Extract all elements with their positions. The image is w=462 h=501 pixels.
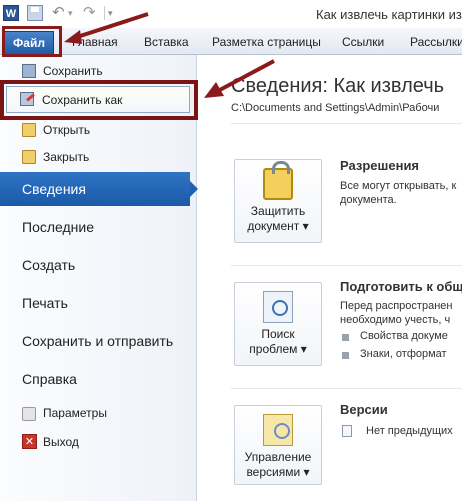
bullet-icon — [342, 352, 349, 359]
nav-item-create[interactable]: Создать — [0, 248, 197, 282]
button-label: Защитить — [250, 204, 306, 218]
check-for-issues-button[interactable]: Поиск проблем ▾ — [234, 282, 322, 366]
nav-item-label: Создать — [22, 257, 76, 273]
section-text: необходимо учесть, ч — [340, 314, 451, 326]
button-label: версиями ▾ — [246, 465, 310, 479]
button-label: документ ▾ — [247, 219, 309, 233]
open-command[interactable]: Открыть — [0, 119, 197, 143]
list-item: Знаки, отформат — [360, 348, 447, 360]
versions-icon — [263, 414, 293, 446]
tab-mailings[interactable]: Рассылки — [410, 32, 462, 54]
save-icon[interactable] — [27, 5, 43, 21]
file-tab-highlight — [2, 26, 62, 57]
section-text: Перед распространен — [340, 300, 453, 312]
nav-item-label: Печать — [22, 295, 68, 311]
open-label: Открыть — [43, 123, 91, 137]
nav-item-label: Справка — [22, 371, 77, 387]
nav-item-exit[interactable]: ✕ Выход — [0, 428, 197, 462]
tab-references[interactable]: Ссылки — [342, 32, 384, 54]
button-label: Управление — [244, 450, 312, 464]
divider — [231, 388, 462, 389]
close-label: Закрыть — [43, 150, 90, 164]
window-title: Как извлечь картинки из — [316, 7, 462, 22]
manage-versions-button[interactable]: Управление версиями ▾ — [234, 405, 322, 485]
nav-item-recent[interactable]: Последние — [0, 210, 197, 244]
word-app-icon[interactable]: W — [3, 5, 19, 21]
section-heading: Версии — [340, 402, 388, 417]
info-panel: Сведения: Как извлечь C:\Documents and S… — [198, 55, 462, 501]
nav-item-print[interactable]: Печать — [0, 286, 197, 320]
section-text: документа. — [340, 194, 397, 206]
lock-icon — [263, 161, 293, 200]
backstage-nav: Сохранить Сохранить как Открыть Закрыть … — [0, 55, 198, 501]
nav-item-save-and-send[interactable]: Сохранить и отправить — [0, 324, 197, 358]
options-icon — [22, 407, 36, 421]
section-text: Все могут открывать, к — [340, 180, 457, 192]
section-text: Нет предыдущих — [366, 425, 453, 437]
close-folder-icon — [22, 150, 36, 164]
divider — [231, 265, 462, 266]
bullet-icon — [342, 334, 349, 341]
open-folder-icon — [22, 123, 36, 137]
exit-icon: ✕ — [22, 434, 37, 449]
button-label: проблем ▾ — [249, 342, 307, 356]
nav-item-label: Параметры — [43, 406, 107, 420]
save-label: Сохранить — [43, 64, 103, 78]
divider — [231, 123, 462, 124]
nav-item-info[interactable]: Сведения — [0, 172, 198, 206]
nav-item-label: Выход — [43, 435, 79, 449]
annotation-arrow-file — [64, 12, 149, 44]
nav-item-label: Сведения — [22, 181, 86, 197]
section-heading: Разрешения — [340, 158, 420, 173]
annotation-arrow-save-as — [204, 59, 275, 98]
tab-page-layout[interactable]: Разметка страницы — [212, 32, 321, 54]
nav-item-help[interactable]: Справка — [0, 362, 197, 396]
document-icon — [342, 425, 352, 437]
protect-document-button[interactable]: Защитить документ ▾ — [234, 159, 322, 243]
section-heading: Подготовить к общ — [340, 279, 462, 294]
inspect-document-icon — [263, 291, 293, 323]
close-command[interactable]: Закрыть — [0, 146, 197, 170]
save-as-highlight — [0, 80, 198, 120]
save-icon — [22, 64, 36, 78]
nav-item-label: Последние — [22, 219, 95, 235]
list-item: Свойства докуме — [360, 330, 448, 342]
nav-item-label: Сохранить и отправить — [22, 333, 174, 349]
button-label: Поиск — [261, 327, 295, 341]
